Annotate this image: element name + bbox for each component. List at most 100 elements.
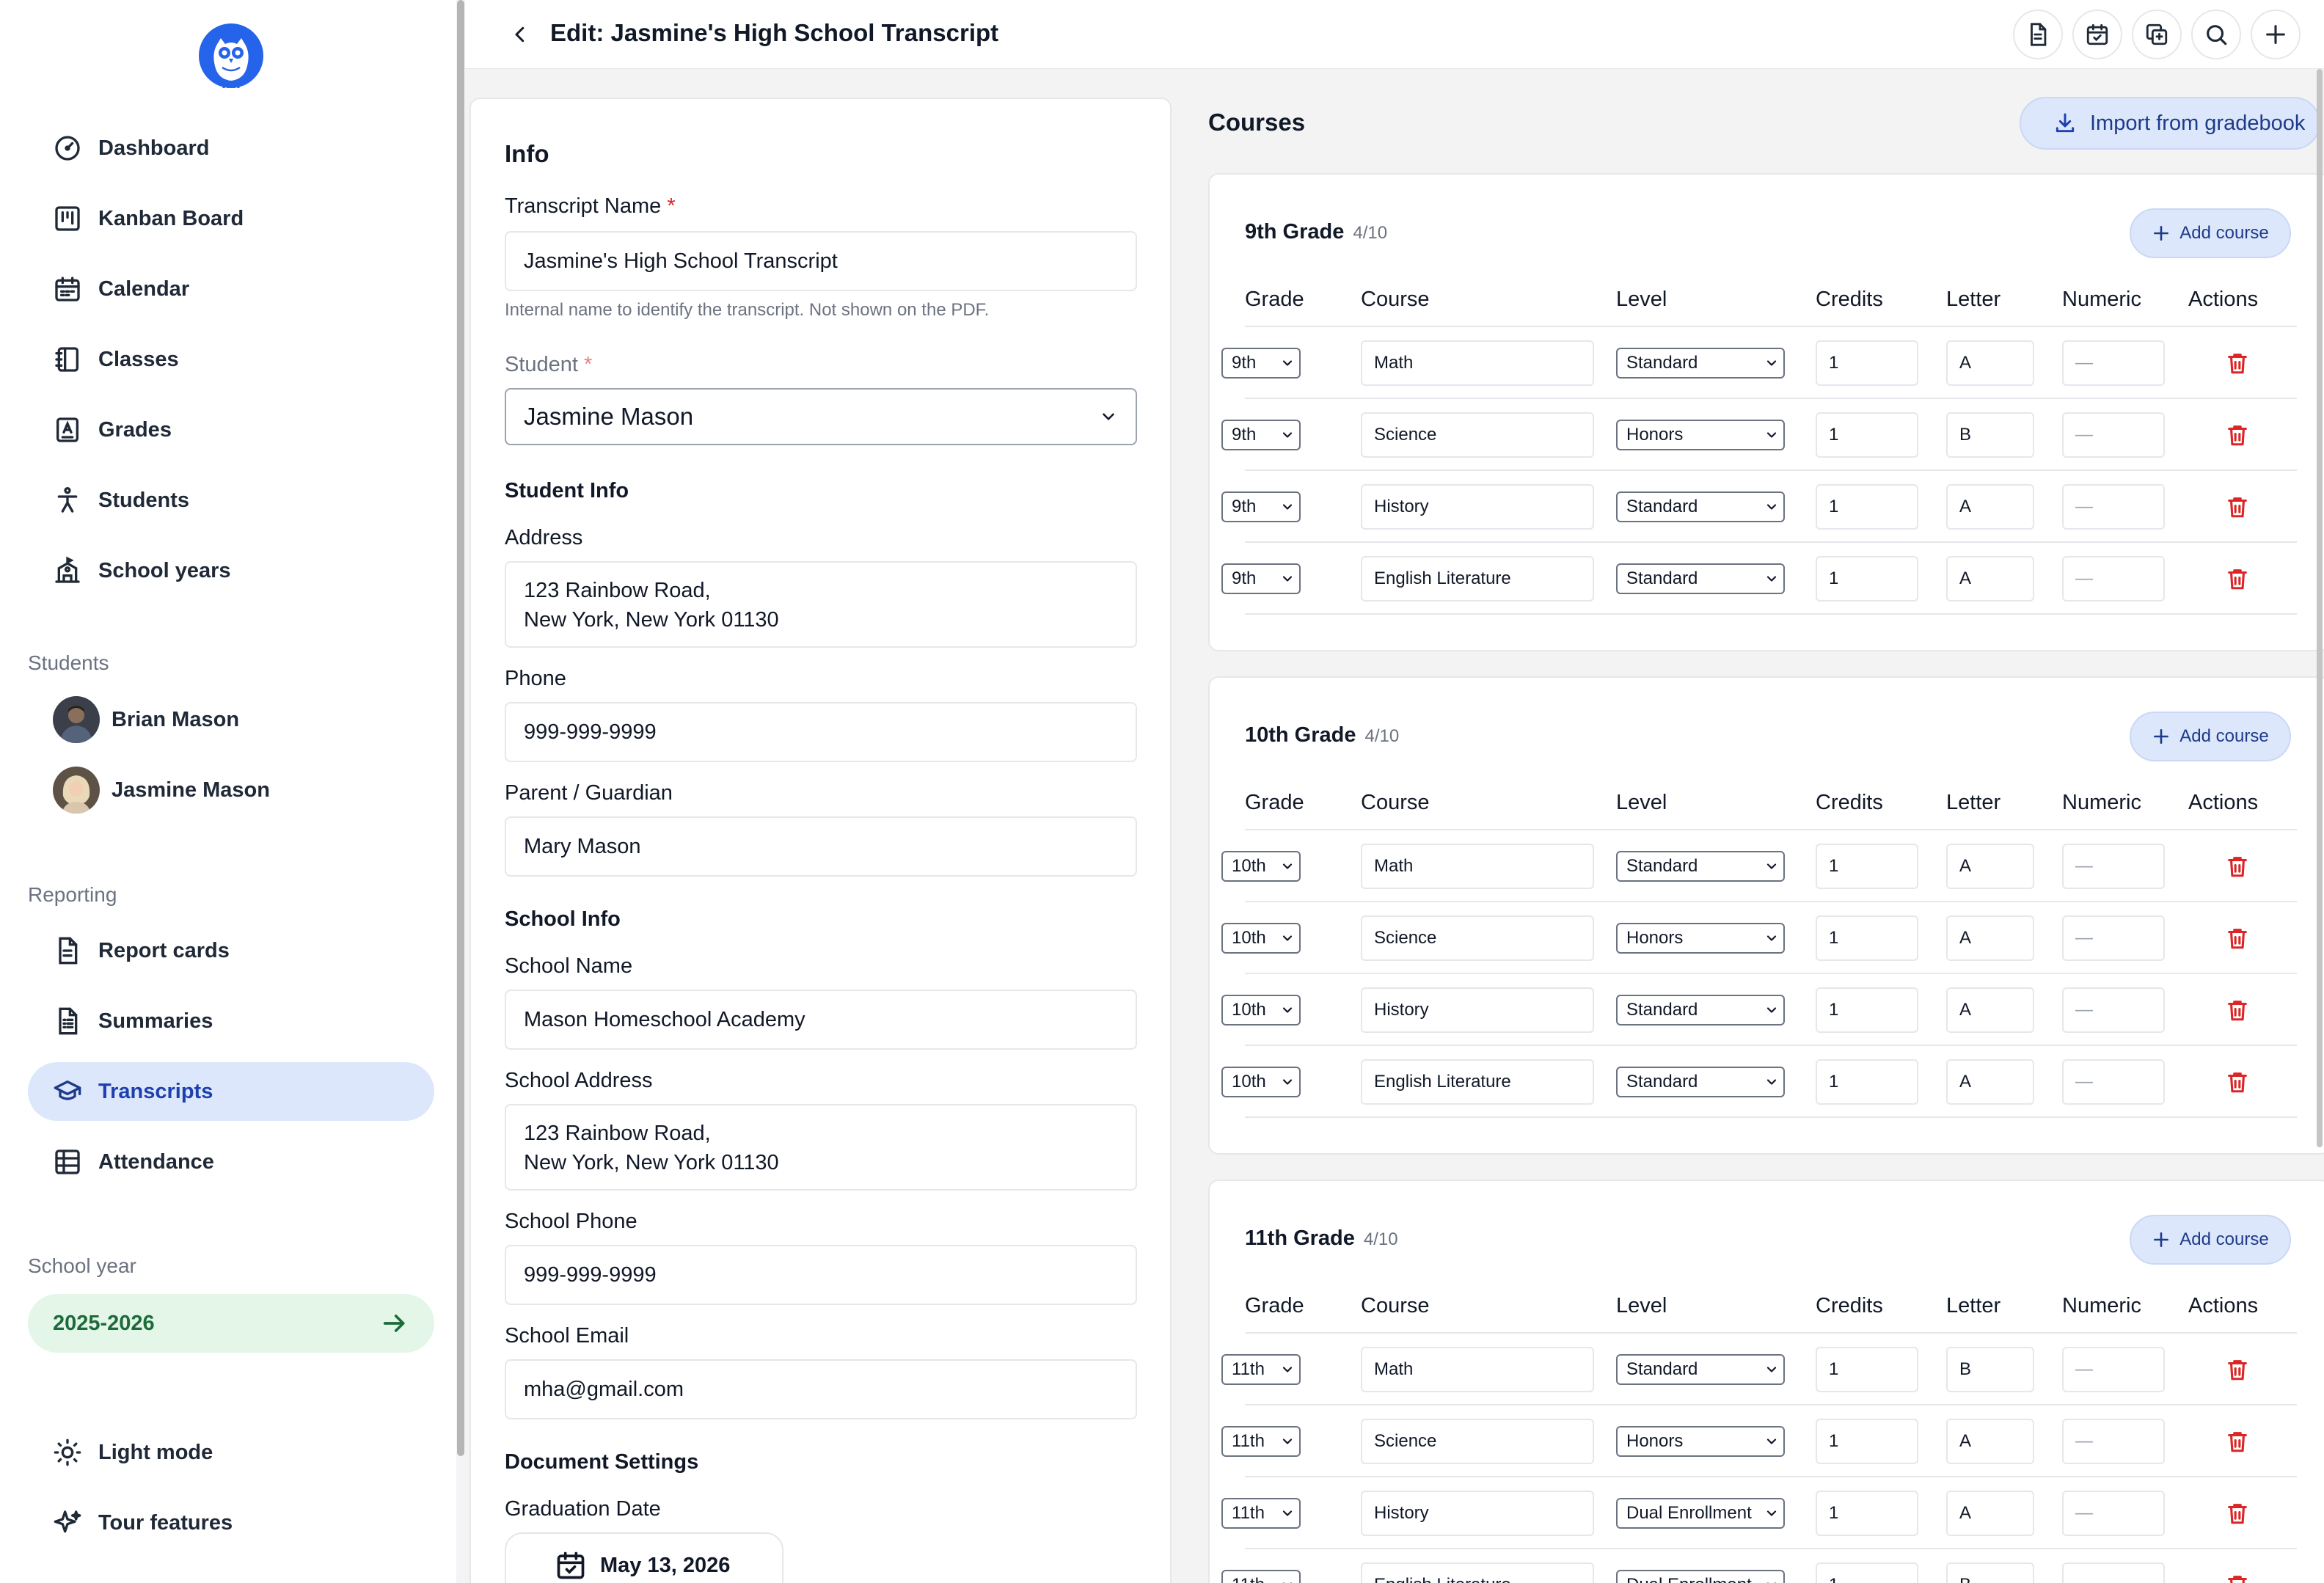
course-name-input[interactable]: English Literature: [1361, 1059, 1594, 1105]
course-level-select[interactable]: Dual Enrollment: [1616, 1570, 1785, 1583]
credits-input[interactable]: 1: [1816, 340, 1918, 386]
numeric-grade-input[interactable]: —: [2062, 1562, 2165, 1583]
numeric-grade-input[interactable]: —: [2062, 1419, 2165, 1464]
nav-summaries[interactable]: Summaries: [28, 992, 434, 1050]
numeric-grade-input[interactable]: —: [2062, 1059, 2165, 1105]
trash-icon[interactable]: [2225, 926, 2250, 951]
schedule-button[interactable]: [2072, 10, 2122, 59]
nav-attendance[interactable]: Attendance: [28, 1133, 434, 1191]
course-level-select[interactable]: Dual Enrollment: [1616, 1498, 1785, 1529]
trash-icon[interactable]: [2225, 1573, 2250, 1583]
credits-input[interactable]: 1: [1816, 556, 1918, 602]
nav-dashboard[interactable]: Dashboard: [28, 119, 434, 178]
letter-grade-input[interactable]: B: [1946, 1562, 2034, 1583]
letter-grade-input[interactable]: A: [1946, 1491, 2034, 1536]
course-level-select[interactable]: Honors: [1616, 420, 1785, 450]
view-pdf-button[interactable]: [2013, 10, 2063, 59]
scrollbar-thumb[interactable]: [457, 0, 464, 1456]
duplicate-button[interactable]: [2132, 10, 2182, 59]
add-course-button[interactable]: Add course: [2130, 208, 2291, 258]
trash-icon[interactable]: [2225, 1070, 2250, 1094]
letter-grade-input[interactable]: A: [1946, 987, 2034, 1033]
trash-icon[interactable]: [2225, 998, 2250, 1023]
grade-level-select[interactable]: 11th: [1221, 1570, 1301, 1583]
course-name-input[interactable]: Science: [1361, 1419, 1594, 1464]
add-button[interactable]: [2251, 10, 2301, 59]
letter-grade-input[interactable]: B: [1946, 1347, 2034, 1392]
school-phone-input[interactable]: 999-999-9999: [505, 1245, 1137, 1305]
grade-level-select[interactable]: 11th: [1221, 1354, 1301, 1385]
main-scrollbar[interactable]: [2315, 69, 2324, 1583]
trash-icon[interactable]: [2225, 566, 2250, 591]
course-name-input[interactable]: History: [1361, 1491, 1594, 1536]
letter-grade-input[interactable]: A: [1946, 340, 2034, 386]
course-level-select[interactable]: Honors: [1616, 1426, 1785, 1457]
grade-level-select[interactable]: 9th: [1221, 491, 1301, 522]
transcript-name-input[interactable]: Jasmine's High School Transcript: [505, 231, 1137, 291]
grade-level-select[interactable]: 10th: [1221, 995, 1301, 1026]
numeric-grade-input[interactable]: —: [2062, 556, 2165, 602]
course-level-select[interactable]: Standard: [1616, 563, 1785, 594]
credits-input[interactable]: 1: [1816, 1059, 1918, 1105]
credits-input[interactable]: 1: [1816, 915, 1918, 961]
credits-input[interactable]: 1: [1816, 1562, 1918, 1583]
sidebar-scrollbar[interactable]: [456, 0, 465, 1583]
course-name-input[interactable]: Science: [1361, 412, 1594, 458]
grade-level-select[interactable]: 9th: [1221, 348, 1301, 379]
add-course-button[interactable]: Add course: [2130, 1215, 2291, 1265]
nav-students[interactable]: Students: [28, 471, 434, 530]
student-jasmine-mason[interactable]: Jasmine Mason: [53, 764, 270, 816]
credits-input[interactable]: 1: [1816, 987, 1918, 1033]
letter-grade-input[interactable]: A: [1946, 1059, 2034, 1105]
guardian-input[interactable]: Mary Mason: [505, 816, 1137, 877]
student-brian-mason[interactable]: Brian Mason: [53, 694, 239, 745]
trash-icon[interactable]: [2225, 854, 2250, 879]
course-level-select[interactable]: Standard: [1616, 1354, 1785, 1385]
back-button[interactable]: [502, 16, 538, 53]
credits-input[interactable]: 1: [1816, 1347, 1918, 1392]
trash-icon[interactable]: [2225, 423, 2250, 447]
course-level-select[interactable]: Standard: [1616, 851, 1785, 882]
nav-classes[interactable]: Classes: [28, 330, 434, 389]
search-button[interactable]: [2191, 10, 2241, 59]
grade-level-select[interactable]: 9th: [1221, 420, 1301, 450]
grade-level-select[interactable]: 11th: [1221, 1498, 1301, 1529]
credits-input[interactable]: 1: [1816, 484, 1918, 530]
trash-icon[interactable]: [2225, 1357, 2250, 1382]
letter-grade-input[interactable]: A: [1946, 484, 2034, 530]
letter-grade-input[interactable]: A: [1946, 915, 2034, 961]
phone-input[interactable]: 999-999-9999: [505, 702, 1137, 762]
student-select[interactable]: Jasmine Mason: [505, 388, 1137, 445]
school-email-input[interactable]: mha@gmail.com: [505, 1359, 1137, 1419]
credits-input[interactable]: 1: [1816, 412, 1918, 458]
scrollbar-thumb[interactable]: [2317, 69, 2323, 1147]
nav-light-mode[interactable]: Light mode: [28, 1423, 434, 1482]
school-year-selector[interactable]: 2025-2026: [28, 1294, 434, 1353]
grade-level-select[interactable]: 10th: [1221, 851, 1301, 882]
course-name-input[interactable]: History: [1361, 987, 1594, 1033]
nav-transcripts[interactable]: Transcripts: [28, 1062, 434, 1121]
course-name-input[interactable]: English Literature: [1361, 556, 1594, 602]
nav-calendar[interactable]: Calendar: [28, 260, 434, 318]
course-level-select[interactable]: Standard: [1616, 348, 1785, 379]
course-name-input[interactable]: Science: [1361, 915, 1594, 961]
trash-icon[interactable]: [2225, 351, 2250, 376]
numeric-grade-input[interactable]: —: [2062, 340, 2165, 386]
letter-grade-input[interactable]: A: [1946, 844, 2034, 889]
credits-input[interactable]: 1: [1816, 1419, 1918, 1464]
grade-level-select[interactable]: 10th: [1221, 1067, 1301, 1097]
trash-icon[interactable]: [2225, 494, 2250, 519]
numeric-grade-input[interactable]: —: [2062, 844, 2165, 889]
nav-report-cards[interactable]: Report cards: [28, 921, 434, 980]
numeric-grade-input[interactable]: —: [2062, 484, 2165, 530]
credits-input[interactable]: 1: [1816, 844, 1918, 889]
letter-grade-input[interactable]: B: [1946, 412, 2034, 458]
letter-grade-input[interactable]: A: [1946, 1419, 2034, 1464]
numeric-grade-input[interactable]: —: [2062, 915, 2165, 961]
nav-tour-features[interactable]: Tour features: [28, 1494, 434, 1552]
numeric-grade-input[interactable]: —: [2062, 1347, 2165, 1392]
nav-school-years[interactable]: School years: [28, 541, 434, 600]
school-name-input[interactable]: Mason Homeschool Academy: [505, 990, 1137, 1050]
owl-logo-icon[interactable]: [199, 22, 263, 94]
graduation-date-picker[interactable]: May 13, 2026: [505, 1532, 783, 1583]
